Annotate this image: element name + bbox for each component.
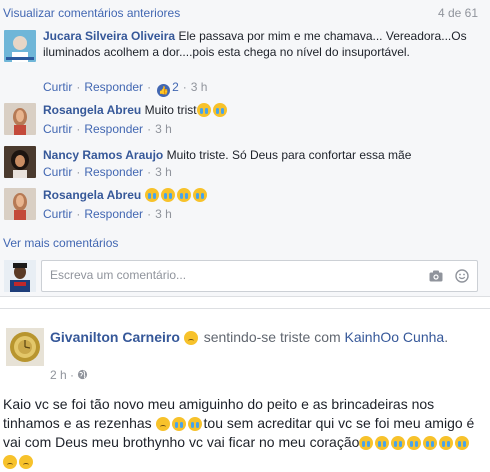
- comment-count: 4 de 61: [437, 6, 478, 20]
- comment-body: Jucara Silveira Oliveira Ele passava por…: [43, 28, 478, 60]
- camera-icon[interactable]: [429, 270, 443, 282]
- reaction-count[interactable]: 2: [172, 80, 179, 94]
- comment-time[interactable]: 3 h: [155, 165, 172, 179]
- crying-emoji: [375, 436, 390, 450]
- feed-post: Givanilton Carneiro sentindo-se triste c…: [0, 308, 490, 472]
- crying-emoji: [439, 436, 454, 450]
- reply-link[interactable]: Responder: [84, 122, 143, 136]
- post-text: Kaio vc se foi tão novo meu amiguinho do…: [3, 395, 487, 471]
- crying-emoji: [455, 436, 470, 450]
- crying-emoji: [407, 436, 422, 450]
- comment-author[interactable]: Rosangela Abreu: [43, 188, 141, 202]
- like-link[interactable]: Curtir: [43, 80, 72, 94]
- reply-link[interactable]: Responder: [84, 165, 143, 179]
- sad-emoji: [155, 417, 170, 431]
- avatar[interactable]: [4, 103, 36, 135]
- like-link[interactable]: Curtir: [43, 122, 72, 136]
- crying-emoji: [359, 436, 374, 450]
- comment-actions: Curtir · Responder · 👍 2 · 3 h: [43, 80, 208, 97]
- comment-actions: Curtir · Responder · 3 h: [43, 207, 172, 221]
- crying-emoji: [144, 188, 159, 202]
- comment-actions: Curtir · Responder · 3 h: [43, 122, 172, 136]
- crying-emoji: [171, 417, 186, 431]
- view-more-comments-link[interactable]: Ver mais comentários: [3, 236, 118, 250]
- avatar[interactable]: [4, 30, 36, 62]
- crying-emoji: [391, 436, 406, 450]
- like-link[interactable]: Curtir: [43, 165, 72, 179]
- comment-body: Nancy Ramos Araujo Muito triste. Só Deus…: [43, 147, 478, 163]
- crying-emoji: [196, 103, 211, 117]
- crying-emoji: [187, 417, 202, 431]
- comment-item: Rosangela Abreu Curtir · Responder · 3 h: [0, 185, 490, 225]
- comment-item: Jucara Silveira Oliveira Ele passava por…: [0, 26, 490, 97]
- post-author[interactable]: Givanilton Carneiro: [50, 329, 180, 345]
- comment-time[interactable]: 3 h: [191, 80, 208, 94]
- comment-item: Rosangela Abreu Muito trist Curtir · Respo…: [0, 100, 490, 140]
- comment-author[interactable]: Nancy Ramos Araujo: [43, 148, 163, 162]
- comment-author[interactable]: Rosangela Abreu: [43, 103, 141, 117]
- crying-emoji: [212, 103, 227, 117]
- smiley-icon[interactable]: [455, 269, 469, 283]
- post-meta: 2 h ·: [50, 368, 88, 382]
- like-link[interactable]: Curtir: [43, 207, 72, 221]
- sad-emoji: [3, 455, 17, 469]
- comment-item: Nancy Ramos Araujo Muito triste. Só Deus…: [0, 143, 490, 183]
- avatar[interactable]: [4, 188, 36, 220]
- crying-emoji: [160, 188, 175, 202]
- comment-input[interactable]: [50, 268, 410, 282]
- crying-emoji: [192, 188, 207, 202]
- previous-comments-bar: Visualizar comentários anteriores 4 de 6…: [0, 0, 490, 26]
- comment-body: Rosangela Abreu Muito trist: [43, 102, 478, 118]
- comment-text: Muito triste. Só Deus para confortar ess…: [166, 148, 412, 162]
- tagged-friend[interactable]: KainhOo Cunha: [345, 329, 445, 345]
- view-previous-comments-link[interactable]: Visualizar comentários anteriores: [3, 6, 180, 20]
- sad-emoji: [183, 331, 198, 345]
- comment-actions: Curtir · Responder · 3 h: [43, 165, 172, 179]
- comment-time[interactable]: 3 h: [155, 122, 172, 136]
- like-icon: 👍: [157, 84, 171, 97]
- post-header: Givanilton Carneiro sentindo-se triste c…: [50, 329, 449, 345]
- reply-link[interactable]: Responder: [84, 80, 143, 94]
- crying-emoji: [423, 436, 438, 450]
- crying-emoji: [176, 188, 191, 202]
- comment-body: Rosangela Abreu: [43, 187, 478, 203]
- comment-text: Muito trist: [144, 103, 197, 117]
- post-feeling: sentindo-se triste com: [203, 329, 341, 345]
- globe-icon[interactable]: [77, 369, 88, 380]
- avatar[interactable]: [6, 328, 44, 366]
- avatar[interactable]: [4, 260, 36, 292]
- comment-time[interactable]: 3 h: [155, 207, 172, 221]
- comment-author[interactable]: Jucara Silveira Oliveira: [43, 29, 175, 43]
- avatar[interactable]: [4, 146, 36, 178]
- comments-section: Visualizar comentários anteriores 4 de 6…: [0, 0, 490, 297]
- reply-link[interactable]: Responder: [84, 207, 143, 221]
- comment-composer: [41, 260, 478, 292]
- sad-emoji: [19, 455, 33, 469]
- post-time[interactable]: 2 h: [50, 368, 67, 382]
